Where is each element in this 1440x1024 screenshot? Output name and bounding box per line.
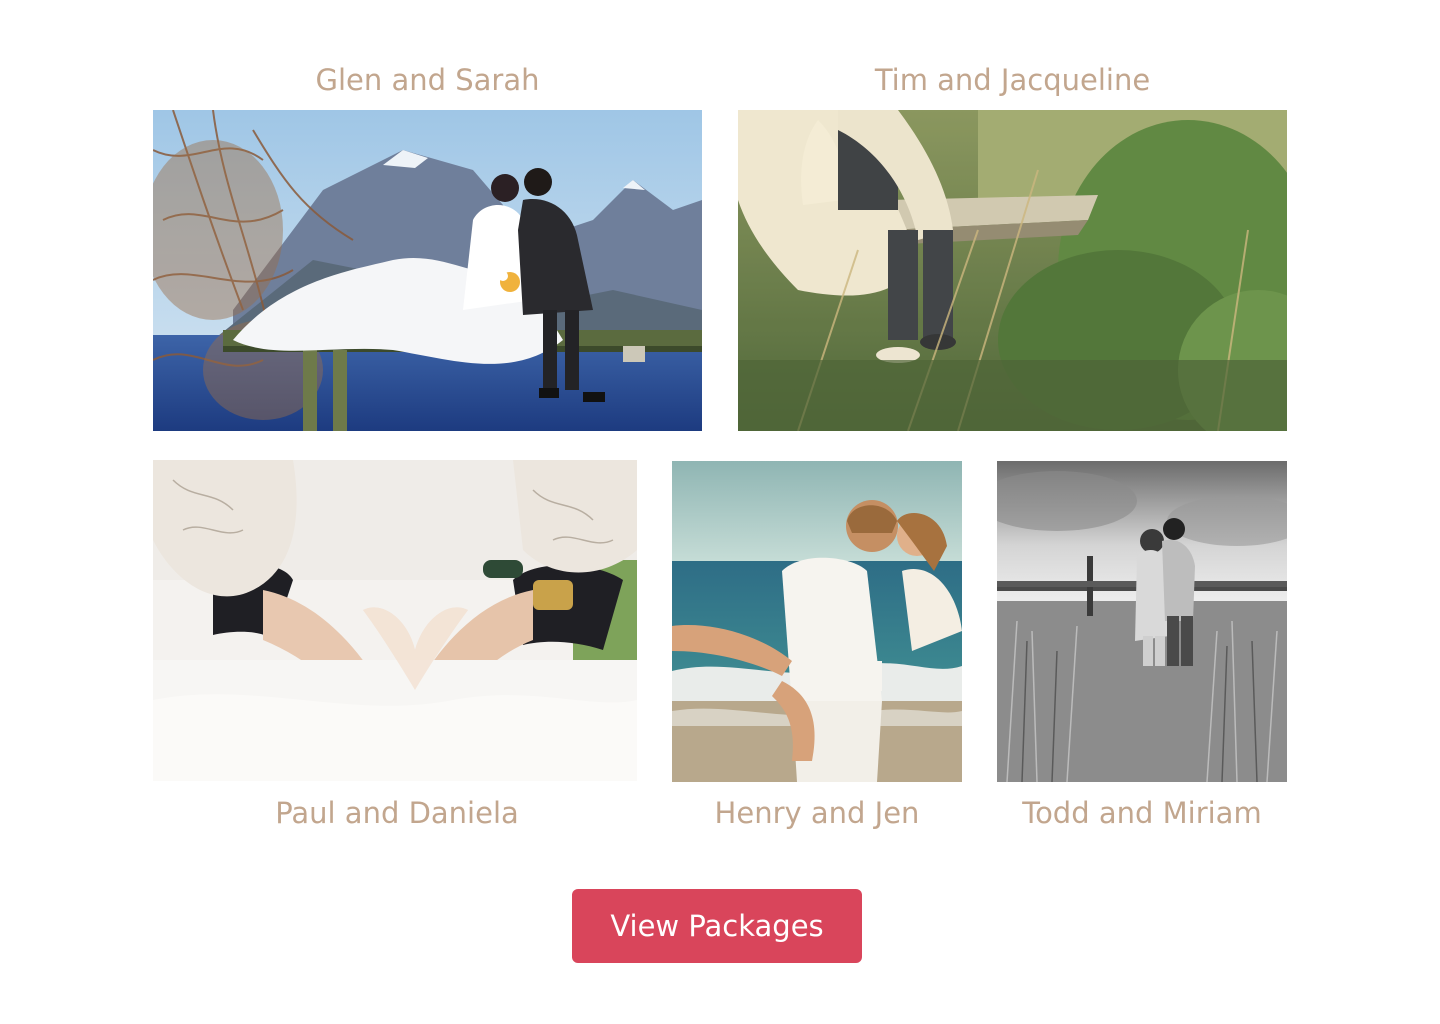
couple-photo-glen-and-sarah[interactable] <box>153 110 702 431</box>
couple-caption-paul-and-daniela: Paul and Daniela <box>275 796 519 830</box>
couple-caption-henry-and-jen: Henry and Jen <box>714 796 920 830</box>
couple-photo-tim-and-jacqueline[interactable] <box>738 110 1287 431</box>
couple-photo-todd-and-miriam[interactable] <box>997 461 1287 782</box>
couple-caption-tim-and-jacqueline: Tim and Jacqueline <box>874 63 1151 97</box>
couple-photo-henry-and-jen[interactable] <box>672 461 962 782</box>
couple-caption-glen-and-sarah: Glen and Sarah <box>315 63 540 97</box>
couple-caption-todd-and-miriam: Todd and Miriam <box>1022 796 1262 830</box>
view-packages-button[interactable]: View Packages <box>572 889 862 963</box>
couple-photo-paul-and-daniela[interactable] <box>153 460 637 781</box>
